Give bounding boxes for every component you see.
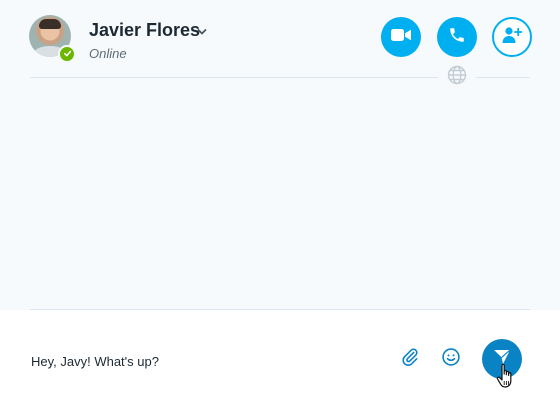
audio-call-button[interactable] [437,17,477,57]
contact-name[interactable]: Javier Flores [89,20,200,41]
attach-file-button[interactable] [398,347,422,371]
translator-globe[interactable] [438,65,476,90]
contact-status-text: Online [89,46,127,61]
message-input[interactable] [31,352,371,370]
video-call-button[interactable] [381,17,421,57]
add-people-button[interactable] [492,17,532,57]
smiley-icon [441,347,461,372]
conversation-area [0,0,560,310]
chevron-down-icon[interactable] [197,23,207,41]
emoticon-button[interactable] [439,347,463,371]
globe-icon [447,65,467,90]
add-person-icon [501,26,523,49]
avatar-hair [39,19,61,29]
phone-icon [448,26,466,49]
online-status-badge [58,45,76,63]
video-camera-icon [390,27,412,48]
checkmark-icon [63,45,72,63]
hand-cursor-icon [496,363,516,389]
paperclip-icon [400,347,420,372]
